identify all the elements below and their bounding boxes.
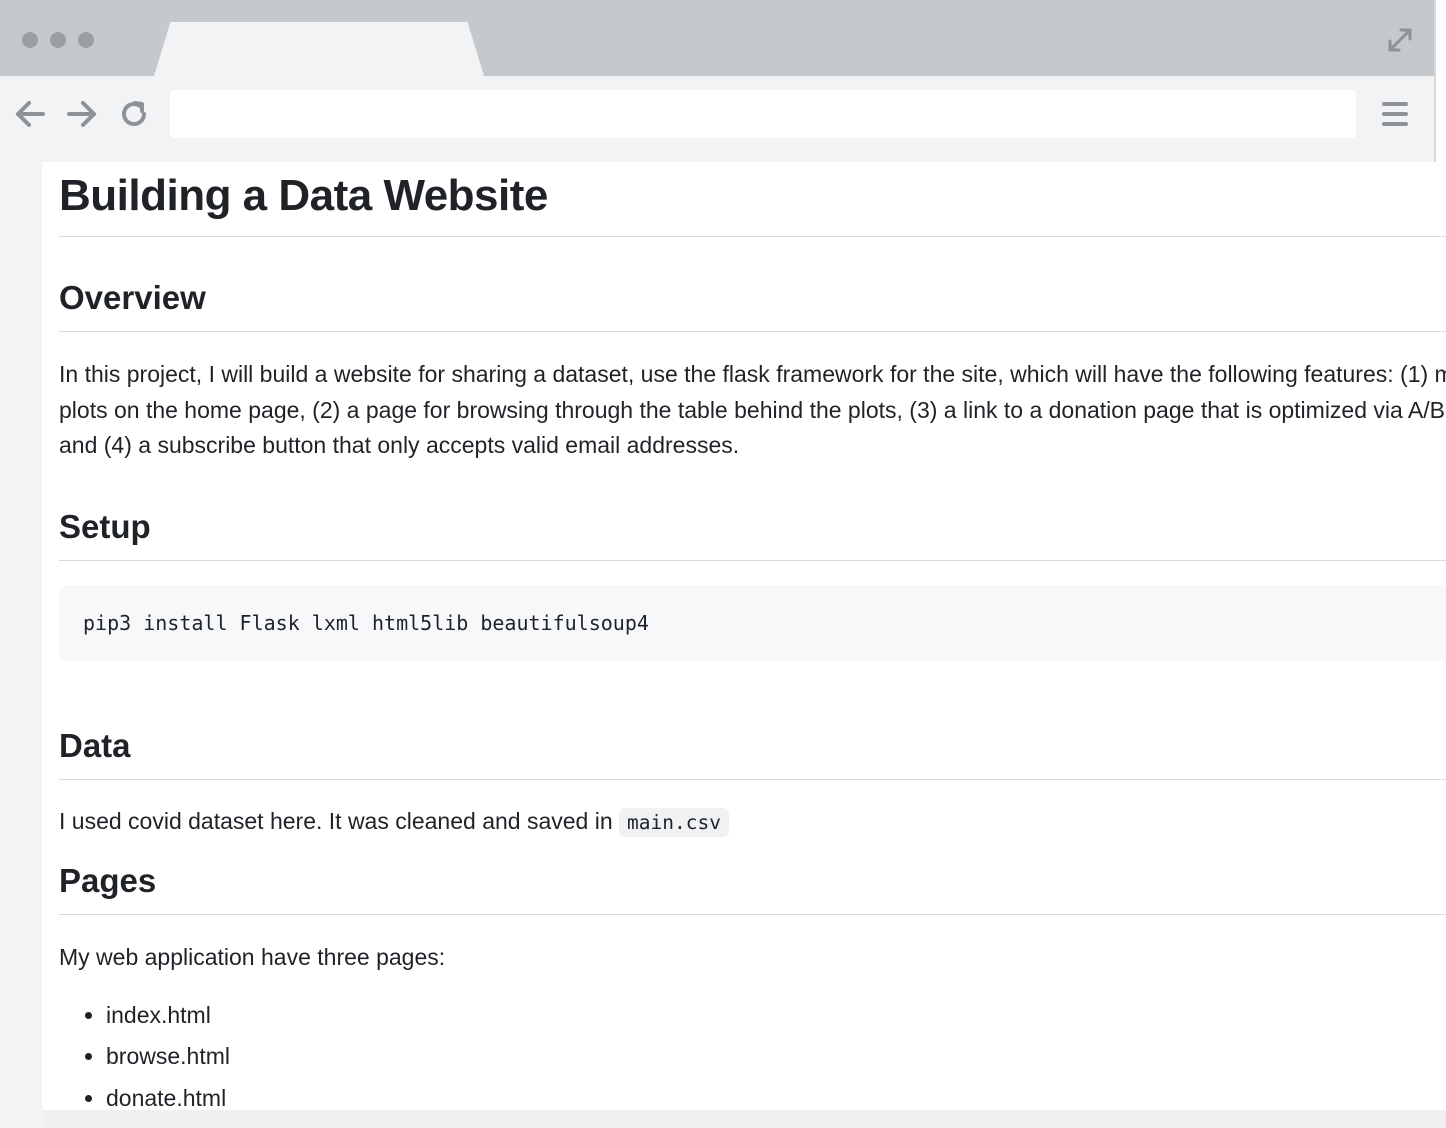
close-window-button[interactable] xyxy=(22,32,38,48)
list-item: browse.html xyxy=(106,1036,1446,1078)
hamburger-menu-icon[interactable] xyxy=(1380,98,1410,130)
active-tab[interactable] xyxy=(154,22,484,76)
reload-icon[interactable] xyxy=(116,96,152,132)
maximize-window-button[interactable] xyxy=(78,32,94,48)
setup-heading: Setup xyxy=(59,504,1446,561)
overview-paragraph: In this project, I will build a website … xyxy=(59,361,1446,458)
markdown-content: Building a Data Website Overview In this… xyxy=(59,162,1446,1119)
data-text: I used covid dataset here. It was cleane… xyxy=(59,807,620,834)
data-paragraph: I used covid dataset here. It was cleane… xyxy=(59,804,1446,841)
pages-paragraph: My web application have three pages: xyxy=(59,944,446,970)
list-item: index.html xyxy=(106,995,1446,1037)
page-viewport[interactable]: Building a Data Website Overview In this… xyxy=(42,162,1446,1128)
setup-command: pip3 install Flask lxml html5lib beautif… xyxy=(83,610,649,635)
minimize-window-button[interactable] xyxy=(50,32,66,48)
pages-list: index.html browse.html donate.html xyxy=(59,995,1446,1120)
back-arrow-icon[interactable] xyxy=(12,96,48,132)
pages-heading: Pages xyxy=(59,858,1446,915)
overview-heading: Overview xyxy=(59,275,1446,332)
setup-code-block[interactable]: pip3 install Flask lxml html5lib beautif… xyxy=(59,584,1446,661)
page-title: Building a Data Website xyxy=(59,162,1446,237)
data-filename-code: main.csv xyxy=(619,807,729,837)
browser-toolbar xyxy=(0,76,1434,160)
window-controls xyxy=(22,32,94,48)
data-heading: Data xyxy=(59,723,1446,780)
expand-icon[interactable] xyxy=(1384,24,1416,56)
tab-bar xyxy=(0,0,1434,76)
forward-arrow-icon[interactable] xyxy=(64,96,100,132)
address-bar[interactable] xyxy=(170,90,1356,138)
bottom-edge xyxy=(42,1110,1446,1128)
